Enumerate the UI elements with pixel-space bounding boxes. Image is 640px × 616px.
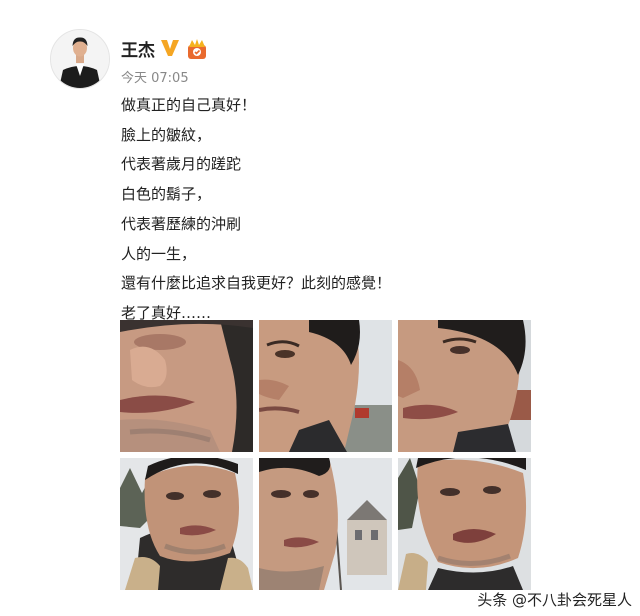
post-line: 人的一生， [121, 244, 197, 263]
photo-2[interactable] [259, 320, 392, 452]
photo-5[interactable] [259, 458, 392, 590]
photo-4[interactable] [120, 458, 253, 590]
verified-v-icon [160, 38, 180, 58]
photo-6[interactable] [398, 458, 531, 590]
post-line: 代表著歷練的沖刷 [121, 214, 242, 233]
post-line: 代表著歲月的蹉跎 [121, 155, 242, 174]
post-line: 還有什麼比追求自我更好？此刻的感覺！ [121, 274, 392, 293]
photo-1[interactable] [120, 320, 253, 452]
post-line: 白色的鬍子， [121, 185, 212, 204]
post-timestamp: 今天 07:05 [121, 71, 189, 86]
user-name[interactable]: 王杰 [121, 36, 155, 61]
post-line: 臉上的皺紋， [121, 125, 212, 144]
photo-grid [120, 320, 531, 590]
avatar[interactable] [50, 29, 110, 89]
avatar-image [51, 30, 109, 88]
watermark: 头条 @不八卦会死星人 [477, 591, 632, 609]
photo-3[interactable] [398, 320, 531, 452]
post-text: 做真正的自己真好！ 臉上的皺紋， 代表著歲月的蹉跎 白色的鬍子， 代表著歷練的沖… [121, 91, 391, 329]
post-line: 做真正的自己真好！ [121, 96, 257, 114]
crown-badge-icon [185, 38, 209, 60]
